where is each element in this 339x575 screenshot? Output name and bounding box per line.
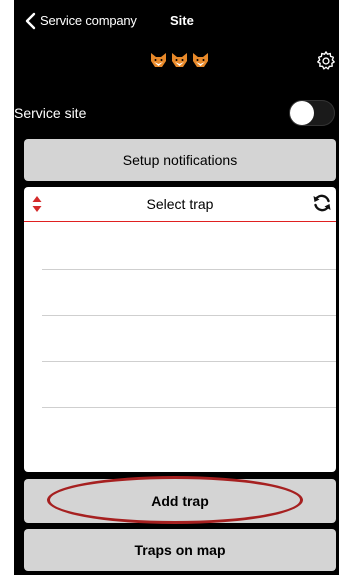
fox-icon <box>193 53 208 67</box>
picker-row-divider <box>42 315 336 316</box>
traps-on-map-button[interactable]: Traps on map <box>24 529 336 571</box>
picker-row-divider <box>42 269 336 270</box>
service-site-label: Service site <box>14 105 87 121</box>
toggle-knob <box>290 101 314 125</box>
setup-notifications-button[interactable]: Setup notifications <box>24 139 336 181</box>
chevron-left-icon[interactable] <box>24 12 36 30</box>
app-screen: Service company Site Service site Setup … <box>14 0 339 575</box>
select-trap-header[interactable]: Select trap <box>24 187 336 222</box>
fox-icon <box>172 53 187 67</box>
refresh-icon[interactable] <box>312 193 332 213</box>
select-trap-title: Select trap <box>146 196 214 212</box>
navigation-bar: Service company Site <box>14 0 339 40</box>
select-trap-panel: Select trap <box>24 187 336 472</box>
service-site-row: Service site <box>14 95 339 131</box>
site-emoji-row <box>150 52 209 70</box>
picker-row-divider <box>42 407 336 408</box>
fox-icon <box>151 53 166 67</box>
add-trap-button[interactable]: Add trap <box>24 479 336 523</box>
gear-icon[interactable] <box>315 50 337 72</box>
picker-row-divider <box>42 361 336 362</box>
page-title: Site <box>170 13 194 28</box>
back-link-service-company[interactable]: Service company <box>40 13 137 28</box>
service-site-toggle[interactable] <box>289 100 335 126</box>
